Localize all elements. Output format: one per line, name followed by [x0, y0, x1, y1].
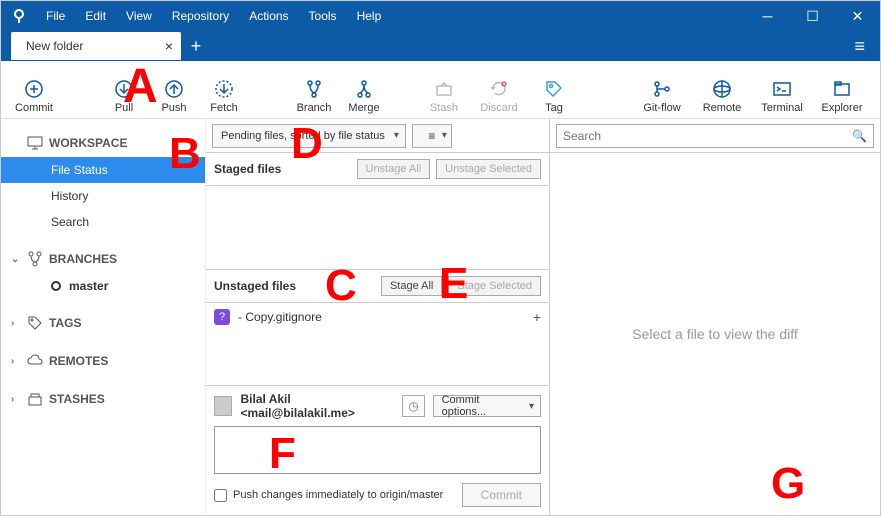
- view-options-dropdown[interactable]: ≡: [412, 124, 452, 148]
- stash-icon: [27, 391, 43, 407]
- monitor-icon: [27, 135, 43, 151]
- repo-tab[interactable]: New folder ×: [11, 32, 181, 60]
- toolbar: Commit Pull Push Fetch Branch Merge Stas…: [1, 61, 880, 119]
- unstaged-files-list[interactable]: ? - Copy.gitignore +: [206, 303, 549, 386]
- commit-button[interactable]: Commit: [462, 483, 541, 507]
- diff-placeholder: Select a file to view the diff: [550, 153, 880, 515]
- menu-help[interactable]: Help: [347, 1, 392, 31]
- stage-selected-button[interactable]: Stage Selected: [448, 276, 541, 296]
- explorer-tool[interactable]: Explorer: [812, 78, 872, 114]
- file-name: - Copy.gitignore: [238, 310, 322, 324]
- status-badge-unknown: ?: [214, 309, 230, 325]
- sidebar-item-search[interactable]: Search: [1, 209, 205, 235]
- chevron-right-icon: ›: [11, 356, 21, 367]
- staged-files-list[interactable]: [206, 186, 549, 270]
- chevron-right-icon: ›: [11, 394, 21, 405]
- sidebar-branch-master[interactable]: master: [1, 273, 205, 299]
- right-panel: 🔍 Select a file to view the diff: [550, 119, 880, 515]
- staged-label: Staged files: [214, 162, 351, 176]
- app-logo: [1, 8, 36, 24]
- unstage-selected-button[interactable]: Unstage Selected: [436, 159, 541, 179]
- sidebar-item-file-status[interactable]: File Status: [1, 157, 205, 183]
- menu-bar: File Edit View Repository Actions Tools …: [36, 1, 391, 31]
- discard-tool[interactable]: Discard: [469, 78, 529, 114]
- sidebar-group-tags[interactable]: › TAGS: [1, 309, 205, 337]
- hamburger-icon[interactable]: ≡: [854, 36, 865, 57]
- remote-tool[interactable]: Remote: [692, 78, 752, 114]
- stash-tool[interactable]: Stash: [419, 78, 469, 114]
- author-label: Bilal Akil <mail@bilalakil.me>: [240, 392, 394, 420]
- search-icon: 🔍: [852, 129, 867, 143]
- push-checkbox-input[interactable]: [214, 489, 227, 502]
- chevron-right-icon: ›: [11, 318, 21, 329]
- pull-tool[interactable]: Pull: [99, 78, 149, 114]
- chevron-down-icon: ⌄: [11, 254, 21, 265]
- menu-view[interactable]: View: [116, 1, 162, 31]
- sidebar-group-stashes[interactable]: › STASHES: [1, 385, 205, 413]
- sidebar: WORKSPACE File Status History Search ⌄ B…: [1, 119, 206, 515]
- tab-bar: New folder × + ≡: [1, 31, 880, 61]
- fetch-tool[interactable]: Fetch: [199, 78, 249, 114]
- new-tab-button[interactable]: +: [181, 36, 211, 57]
- search-input[interactable]: [563, 129, 852, 143]
- close-button[interactable]: ✕: [835, 1, 880, 31]
- menu-tools[interactable]: Tools: [299, 1, 347, 31]
- push-immediately-checkbox[interactable]: Push changes immediately to origin/maste…: [214, 489, 443, 502]
- repo-tab-title: New folder: [26, 39, 83, 53]
- sidebar-item-history[interactable]: History: [1, 183, 205, 209]
- commit-message-input[interactable]: [214, 426, 541, 474]
- terminal-tool[interactable]: Terminal: [752, 78, 812, 114]
- window-controls: ─ ☐ ✕: [745, 1, 880, 31]
- branch-icon: [27, 251, 43, 267]
- history-icon[interactable]: ◷: [402, 395, 424, 417]
- file-row[interactable]: ? - Copy.gitignore +: [206, 303, 549, 331]
- titlebar: File Edit View Repository Actions Tools …: [1, 1, 880, 31]
- menu-file[interactable]: File: [36, 1, 75, 31]
- unstaged-label: Unstaged files: [214, 279, 375, 293]
- commit-tool[interactable]: Commit: [9, 78, 59, 114]
- merge-tool[interactable]: Merge: [339, 78, 389, 114]
- avatar: [214, 396, 232, 416]
- center-panel: Pending files, sorted by file status ≡ S…: [206, 119, 550, 515]
- staged-header: Staged files Unstage All Unstage Selecte…: [206, 153, 549, 186]
- branch-tool[interactable]: Branch: [289, 78, 339, 114]
- unstage-all-button[interactable]: Unstage All: [357, 159, 431, 179]
- maximize-button[interactable]: ☐: [790, 1, 835, 31]
- minimize-button[interactable]: ─: [745, 1, 790, 31]
- current-branch-icon: [51, 281, 61, 291]
- gitflow-tool[interactable]: Git-flow: [632, 78, 692, 114]
- search-box[interactable]: 🔍: [556, 124, 874, 148]
- filter-row: Pending files, sorted by file status ≡: [206, 119, 549, 153]
- stage-file-button[interactable]: +: [533, 309, 541, 325]
- menu-edit[interactable]: Edit: [75, 1, 116, 31]
- stage-all-button[interactable]: Stage All: [381, 276, 442, 296]
- search-row: 🔍: [550, 119, 880, 153]
- menu-repository[interactable]: Repository: [162, 1, 239, 31]
- push-tool[interactable]: Push: [149, 78, 199, 114]
- sidebar-group-remotes[interactable]: › REMOTES: [1, 347, 205, 375]
- tag-icon: [27, 315, 43, 331]
- commit-options-dropdown[interactable]: Commit options...: [433, 395, 541, 417]
- file-filter-dropdown[interactable]: Pending files, sorted by file status: [212, 124, 406, 148]
- sidebar-group-branches[interactable]: ⌄ BRANCHES: [1, 245, 205, 273]
- menu-actions[interactable]: Actions: [239, 1, 298, 31]
- unstaged-header: Unstaged files Stage All Stage Selected: [206, 270, 549, 303]
- tag-tool[interactable]: Tag: [529, 78, 579, 114]
- main-area: WORKSPACE File Status History Search ⌄ B…: [1, 119, 880, 515]
- commit-area: Bilal Akil <mail@bilalakil.me> ◷ Commit …: [206, 385, 549, 515]
- close-icon[interactable]: ×: [165, 38, 173, 54]
- sidebar-group-workspace[interactable]: WORKSPACE: [1, 129, 205, 157]
- cloud-icon: [27, 353, 43, 369]
